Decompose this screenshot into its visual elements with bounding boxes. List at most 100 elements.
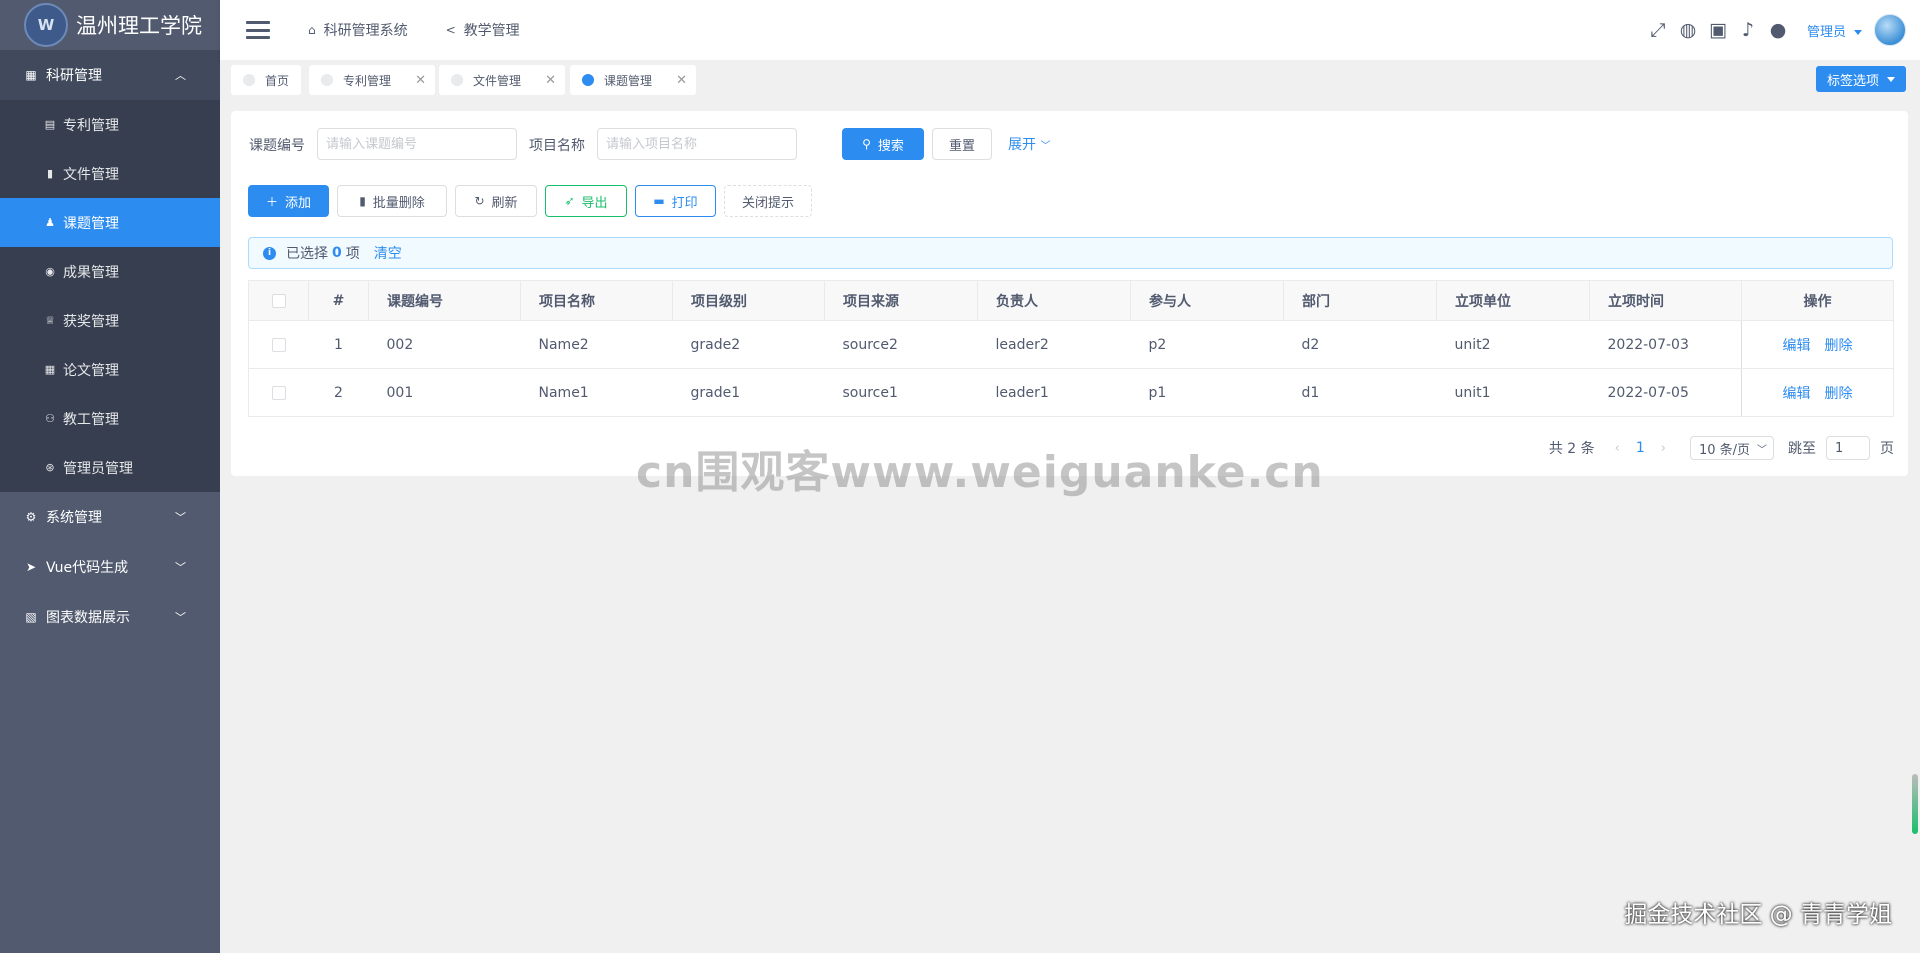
row-checkbox[interactable] bbox=[271, 385, 286, 400]
tab-patent[interactable]: 专利管理 ✕ bbox=[309, 65, 435, 95]
alert-prefix: 已选择 bbox=[286, 246, 328, 262]
actions-cell: 编辑 删除 bbox=[1741, 368, 1894, 417]
batch-delete-label: 批量删除 bbox=[372, 195, 425, 211]
bell-icon[interactable]: ♪ bbox=[1733, 19, 1763, 41]
table-row: 2 001 Name1 grade1 source1 leader1 p1 d1… bbox=[248, 368, 1894, 417]
table-cell: p1 bbox=[1130, 368, 1284, 417]
table-cell: leader1 bbox=[977, 368, 1131, 417]
tab-home[interactable]: 首页 bbox=[231, 65, 301, 95]
sidebar-item-topic[interactable]: ♟ 课题管理 bbox=[0, 198, 220, 247]
menu-toggle-icon[interactable] bbox=[246, 21, 270, 39]
sidebar-item-patent[interactable]: ▤ 专利管理 bbox=[0, 100, 220, 149]
tab-label: 课题管理 bbox=[604, 73, 653, 88]
column-header: 部门 bbox=[1283, 280, 1437, 321]
table-cell: source1 bbox=[824, 368, 978, 417]
close-icon[interactable]: ✕ bbox=[676, 73, 687, 88]
export-button[interactable]: ➶ 导出 bbox=[545, 185, 627, 217]
sidebar-item-staff[interactable]: ⚇ 教工管理 bbox=[0, 394, 220, 443]
tab-label: 专利管理 bbox=[343, 73, 392, 88]
tab-options-button[interactable]: 标签选项 bbox=[1816, 66, 1906, 92]
menu-system[interactable]: ⚙ 系统管理 ﹀ bbox=[0, 492, 220, 542]
send-icon: ➶ bbox=[564, 194, 575, 208]
dot-icon bbox=[451, 74, 463, 86]
row-checkbox[interactable] bbox=[271, 337, 286, 352]
sidebar-item-paper[interactable]: ▦ 论文管理 bbox=[0, 345, 220, 394]
paper-icon: ▦ bbox=[44, 363, 56, 376]
share-icon: < bbox=[445, 23, 456, 37]
close-icon[interactable]: ✕ bbox=[545, 73, 556, 88]
jump-input[interactable] bbox=[1826, 436, 1870, 460]
jump-label: 跳至 bbox=[1788, 441, 1816, 457]
refresh-button[interactable]: ↻ 刷新 bbox=[455, 185, 537, 217]
search-button[interactable]: ⚲ 搜索 bbox=[842, 128, 924, 160]
sidebar-item-label: 成果管理 bbox=[63, 264, 119, 281]
menu-research-label: 科研管理 bbox=[46, 68, 102, 84]
admin-dropdown[interactable]: 管理员 bbox=[1807, 21, 1862, 40]
edit-link[interactable]: 编辑 bbox=[1783, 386, 1811, 402]
page-suffix: 页 bbox=[1880, 441, 1894, 457]
reset-button-label: 重置 bbox=[948, 138, 975, 154]
batch-delete-button[interactable]: ▮ 批量删除 bbox=[337, 185, 447, 217]
sidebar-item-label: 文件管理 bbox=[63, 166, 119, 183]
avatar[interactable] bbox=[1874, 14, 1906, 46]
selection-alert: i 已选择 0 项 清空 bbox=[248, 237, 1893, 269]
column-header: # bbox=[308, 280, 369, 321]
clear-link[interactable]: 清空 bbox=[374, 243, 402, 263]
send-icon: ➤ bbox=[25, 560, 37, 574]
select-all-cell bbox=[248, 280, 309, 321]
sidebar-item-label: 获奖管理 bbox=[63, 313, 119, 330]
add-button-label: 添加 bbox=[285, 195, 312, 211]
menu-vue[interactable]: ➤ Vue代码生成 ﹀ bbox=[0, 542, 220, 592]
table-cell: d2 bbox=[1283, 320, 1437, 369]
page-size-value: 10 条/页 bbox=[1699, 442, 1751, 458]
menu-charts-label: 图表数据展示 bbox=[46, 610, 130, 626]
close-icon[interactable]: ✕ bbox=[415, 73, 426, 88]
pagination: 共 2 条 ‹ 1 › 10 条/页 ﹀ 跳至 页 bbox=[1549, 436, 1894, 460]
tab-options-label: 标签选项 bbox=[1826, 73, 1879, 89]
delete-link[interactable]: 删除 bbox=[1825, 338, 1853, 354]
dot-icon bbox=[321, 74, 333, 86]
school-seal-icon: W bbox=[24, 3, 68, 47]
actions-cell: 编辑 删除 bbox=[1741, 320, 1894, 369]
menu-charts[interactable]: ▧ 图表数据展示 ﹀ bbox=[0, 592, 220, 642]
tab-file[interactable]: 文件管理 ✕ bbox=[439, 65, 565, 95]
prev-page-icon[interactable]: ‹ bbox=[1615, 441, 1620, 456]
logo[interactable]: W 温州理工学院 bbox=[0, 0, 220, 50]
scrollbar[interactable] bbox=[1912, 774, 1918, 834]
total-count: 共 2 条 bbox=[1548, 441, 1595, 457]
menu-vue-label: Vue代码生成 bbox=[46, 560, 129, 576]
add-button[interactable]: ＋ 添加 bbox=[248, 185, 329, 217]
next-page-icon[interactable]: › bbox=[1661, 441, 1666, 456]
lock-icon[interactable]: ▣ bbox=[1703, 19, 1733, 41]
name-input[interactable] bbox=[597, 128, 797, 160]
table-cell: grade1 bbox=[672, 368, 825, 417]
code-input[interactable] bbox=[317, 128, 517, 160]
breadcrumb-teaching[interactable]: < 教学管理 bbox=[446, 20, 520, 40]
edit-link[interactable]: 编辑 bbox=[1783, 338, 1811, 354]
globe-icon[interactable]: ◍ bbox=[1673, 19, 1703, 41]
sidebar-item-achievement[interactable]: ◉ 成果管理 bbox=[0, 247, 220, 296]
column-header: 立项时间 bbox=[1589, 280, 1742, 321]
breadcrumb-research[interactable]: ⌂ 科研管理系统 bbox=[308, 20, 408, 40]
fullscreen-icon[interactable]: ⤢ bbox=[1643, 19, 1673, 41]
sidebar-item-award[interactable]: ♕ 获奖管理 bbox=[0, 296, 220, 345]
reset-button[interactable]: 重置 bbox=[932, 128, 992, 160]
row-select-cell bbox=[248, 320, 309, 369]
menu-research[interactable]: ▦ 科研管理 ︿ bbox=[0, 50, 220, 100]
select-all-checkbox[interactable] bbox=[271, 293, 286, 308]
sidebar-item-admin[interactable]: ⊛ 管理员管理 bbox=[0, 443, 220, 492]
sidebar-item-file[interactable]: ▮ 文件管理 bbox=[0, 149, 220, 198]
tab-topic[interactable]: 课题管理 ✕ bbox=[570, 65, 696, 95]
delete-link[interactable]: 删除 bbox=[1825, 386, 1853, 402]
close-tip-button[interactable]: 关闭提示 bbox=[724, 185, 812, 217]
page-number[interactable]: 1 bbox=[1636, 440, 1645, 456]
page-size-select[interactable]: 10 条/页 ﹀ bbox=[1690, 436, 1774, 460]
expand-link[interactable]: 展开 ﹀ bbox=[1008, 134, 1050, 154]
github-icon[interactable]: ● bbox=[1763, 19, 1793, 41]
chart-icon: ▧ bbox=[25, 610, 37, 624]
selected-count: 0 bbox=[332, 245, 342, 261]
print-button[interactable]: ▬ 打印 bbox=[635, 185, 716, 217]
breadcrumb-label: 教学管理 bbox=[463, 23, 520, 39]
table-cell: unit2 bbox=[1436, 320, 1590, 369]
search-icon: ⚲ bbox=[862, 137, 871, 151]
